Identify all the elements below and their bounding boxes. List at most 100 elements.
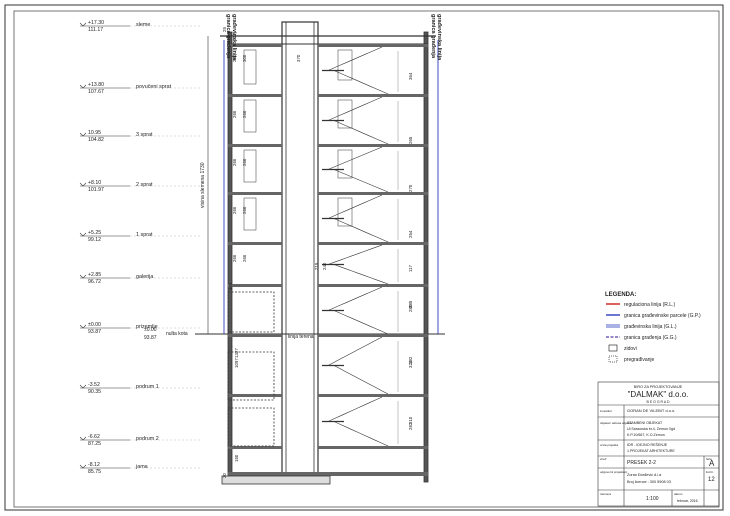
tb-company-name: "DALMAK" d.o.o. (628, 390, 689, 399)
level-elevation: -8.12 (88, 462, 100, 468)
dimension-wall: 1327 (234, 348, 239, 358)
level-name: podrum 2 (136, 436, 159, 442)
ground-elev: ±0.00 (144, 327, 157, 333)
dimension-stair: 25 (222, 27, 227, 32)
tb-drawing: PRESEK 2-2 (627, 460, 656, 466)
slab-right (318, 242, 428, 245)
level-elevation: ±0.00 (88, 322, 101, 328)
stair-flight-lower (333, 169, 389, 193)
dimension-wall: 266 (242, 206, 247, 214)
level-marker: -6.6287.25 podrum 2 (79, 434, 200, 447)
level-absolute: 104.82 (88, 137, 104, 143)
level-marker: -8.1285.75 jama (79, 462, 200, 475)
stair-flight-upper (327, 96, 383, 121)
dimension-wall: 266 (232, 206, 237, 214)
level-marker: +5.2599.12 1 sprat (79, 230, 200, 243)
level-arrow-icon (79, 274, 87, 279)
level-absolute: 111.17 (88, 27, 103, 33)
dimension-wall: 300 (242, 54, 247, 62)
height-dimension-label: visina slemena 1730 (200, 162, 206, 208)
dimension-wall: 266 (242, 254, 247, 262)
dimension-stair: 254 (408, 230, 413, 238)
legend-item: zidovi (608, 344, 637, 352)
stair-flight-upper (327, 396, 383, 422)
level-annotations: +17.30111.17 sleme +13.80107.67 povučeni sp… (79, 20, 200, 475)
legend-label: granica građenja (G.G.) (624, 335, 677, 341)
stair-flight-lower (333, 310, 389, 335)
ground-abs: 93.87 (144, 335, 157, 341)
level-marker: +2.8596.72 galerija (79, 272, 200, 285)
stair-flight-upper (327, 46, 383, 71)
level-marker: +13.80107.67 povučeni sprat (79, 82, 200, 95)
window-stair (337, 99, 353, 129)
level-arrow-icon (79, 182, 87, 187)
level-elevation: +5.25 (88, 230, 101, 236)
dimension-stair: 270 (408, 184, 413, 192)
legend-items: regulaciona linija (R.L.) granica građevi… (606, 302, 701, 363)
dimension-wall: 280 (232, 54, 237, 62)
level-name: jama (135, 464, 148, 470)
level-elevation: +17.30 (88, 20, 104, 26)
tb-investor: GORAN DE VILEBIT d.o.o. (627, 408, 675, 413)
slab-right (318, 284, 428, 287)
stair-flight-lower (333, 120, 389, 145)
legend-item: pregrađivanje (608, 355, 655, 363)
slab-left (228, 94, 282, 97)
dimension-stair: 30 (222, 473, 227, 478)
legend-title: LEGENDA: (605, 292, 636, 298)
stair-flight-lower (333, 264, 389, 285)
level-arrow-icon (79, 84, 87, 89)
slab-left (228, 144, 282, 147)
sheet-border (4, 4, 724, 511)
stair-flight-upper (327, 336, 383, 366)
level-marker: -3.5290.35 podrum 1 (79, 382, 200, 395)
dimension-wall: 266 (242, 158, 247, 166)
level-elevation: +13.80 (88, 82, 104, 88)
dimension-wall: 1097 (234, 358, 239, 368)
level-absolute: 85.75 (88, 469, 101, 475)
tb-city: B E O G R A D (647, 400, 670, 404)
slab-right (318, 334, 428, 337)
tb-object-line-1: STAMBENI OBJEKAT (627, 421, 663, 425)
pit (221, 475, 331, 485)
tb-number: 12 (708, 477, 715, 483)
dimension-stair: 240 (322, 262, 327, 270)
dimension-stair: 150 (234, 454, 239, 462)
dimension-stair: 282 (408, 422, 413, 430)
foundation-slab (228, 472, 428, 476)
tb-scale-label: razmera (600, 492, 611, 496)
tb-date: februar, 2016 (677, 499, 698, 503)
legend-label: granica građevinske parcele (G.P.) (624, 313, 701, 319)
level-absolute: 90.35 (88, 389, 101, 395)
legend-label: regulaciona linija (R.L.) (624, 302, 675, 308)
level-name: povučeni sprat (136, 84, 172, 90)
tb-object-line-2: Ul.Saraorska br.4, Zemun 0gd (627, 427, 675, 431)
tb-number-label: list br. (706, 470, 714, 474)
level-name: 2 sprat (136, 182, 153, 188)
level-elevation: -3.52 (88, 382, 100, 388)
drawing-frame (13, 10, 720, 508)
building-section: visina slemena 1730 linija terena (195, 21, 445, 485)
stair-flight-upper (327, 194, 383, 219)
level-name: 3 sprat (136, 132, 153, 138)
level-elevation: +2.85 (88, 272, 101, 278)
legend-item: građevinska linija (G.L.) (606, 324, 677, 330)
slab-left (228, 334, 282, 337)
level-name: 1 sprat (136, 232, 153, 238)
slab-right (318, 446, 428, 449)
elevator-shaft (281, 21, 319, 483)
level-arrow-icon (79, 132, 87, 137)
level-absolute: 107.67 (88, 89, 104, 95)
boundary-label-right-1: granica građenja (430, 14, 436, 59)
windows (243, 49, 353, 231)
basement-opening-lower (227, 407, 275, 447)
section-drawing-sheet: +17.30111.17 sleme +13.80107.67 povučeni sp… (4, 4, 724, 511)
tb-date-label: datum (674, 492, 683, 496)
slab-right (318, 44, 428, 47)
level-name: sleme (136, 22, 150, 28)
tb-author-label: odgovorni projektant (600, 470, 627, 474)
legend-item: granica građenja (G.G.) (606, 335, 677, 341)
tb-author-line-1: Zoran Đorđević d.i.a (627, 473, 662, 477)
dimension-wall: 465 (228, 282, 233, 290)
tb-project-line-1: IDR - IDEJNO REŠENJE (627, 442, 668, 447)
